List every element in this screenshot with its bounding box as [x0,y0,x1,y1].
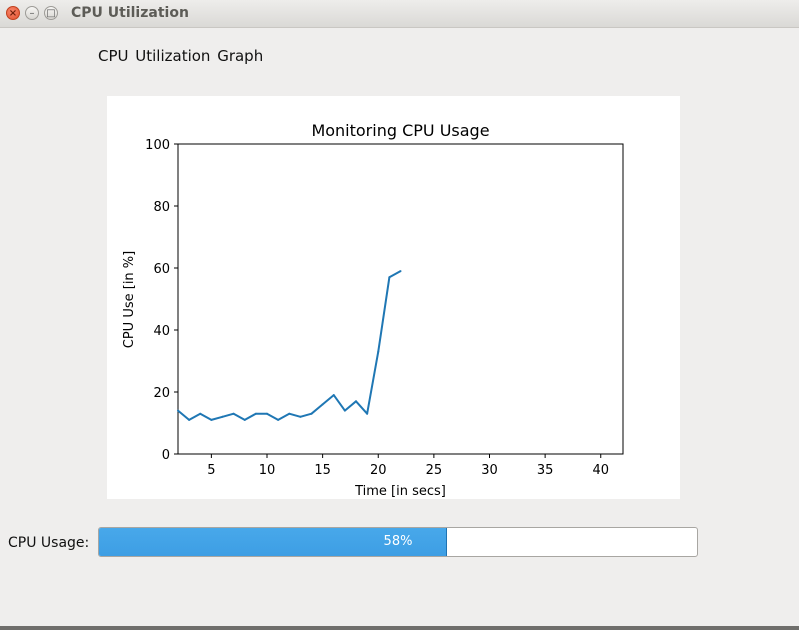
minimize-window-button[interactable]: – [25,6,39,20]
window-bottom-edge [0,626,799,630]
x-tick-label: 15 [314,463,331,478]
close-window-button[interactable]: × [6,6,20,20]
data-point [388,276,391,279]
y-tick-label: 0 [162,448,170,463]
title-bar: × – □ CPU Utilization [0,0,799,28]
y-tick-label: 40 [153,324,170,339]
cpu-usage-progress-bar: 58% [98,527,698,557]
cpu-usage-line [177,270,401,421]
x-tick-label: 30 [481,463,498,478]
y-tick-label: 20 [153,386,170,401]
data-point [221,415,224,418]
y-axis-label: CPU Use [in %] [122,251,137,348]
data-point [332,394,335,397]
window-title: CPU Utilization [71,5,189,21]
data-point [277,418,280,421]
data-point [377,350,380,353]
progress-text: 58% [383,534,413,549]
y-tick-label: 80 [153,200,170,215]
data-point [321,403,324,406]
plot-area [177,143,624,455]
x-tick-label: 10 [259,463,276,478]
maximize-window-button[interactable]: □ [44,6,58,20]
x-tick-label: 25 [426,463,443,478]
data-point [299,415,302,418]
data-point [399,270,402,273]
chart-title: Monitoring CPU Usage [311,121,489,140]
data-point [366,412,369,415]
x-tick-label: 20 [370,463,387,478]
y-axis: 0 20 40 60 80 100 [145,138,178,463]
data-point [177,409,179,412]
chart-panel: Monitoring CPU Usage 5 10 15 20 25 30 35 40 0 20… [107,96,680,499]
x-axis: 5 10 15 20 25 30 35 40 [207,454,609,478]
data-point [232,412,235,415]
data-point [355,400,357,403]
x-tick-label: 5 [207,463,215,478]
data-point [188,418,191,421]
graph-heading: CPU Utilization Graph [98,47,264,65]
data-point [310,412,313,415]
data-point [199,412,202,415]
data-point [288,412,291,415]
data-point [210,418,213,421]
cpu-usage-label: CPU Usage: [8,535,90,551]
data-point [266,412,268,415]
x-axis-label: Time [in secs] [354,484,446,499]
data-point [243,418,246,421]
data-point [254,412,257,415]
x-tick-label: 40 [592,463,609,478]
y-tick-label: 100 [145,138,170,153]
y-tick-label: 60 [153,262,170,277]
cpu-usage-chart: Monitoring CPU Usage 5 10 15 20 25 30 35 40 0 20… [122,121,624,499]
data-point [343,409,346,412]
app-window: × – □ CPU Utilization CPU Utilization Gr… [0,0,799,630]
x-tick-label: 35 [537,463,554,478]
